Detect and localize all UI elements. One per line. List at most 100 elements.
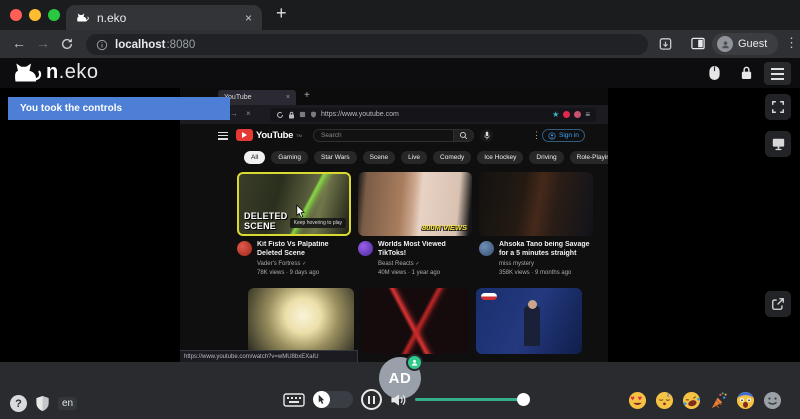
video-grid-row1: DELETED SCENE Keep hovering to play Kit …	[237, 172, 593, 278]
firefox-address-bar[interactable]: https://www.youtube.com ★ ≡	[270, 108, 596, 122]
brand-eko: .eko	[59, 61, 99, 83]
firefox-account-icon[interactable]	[574, 111, 581, 118]
browser-menu-icon[interactable]: ⋮	[785, 35, 798, 51]
chip-live[interactable]: Live	[401, 151, 427, 164]
firefox-stop-icon[interactable]: ×	[246, 109, 251, 118]
chip-comedy[interactable]: Comedy	[433, 151, 471, 164]
volume-icon[interactable]	[390, 392, 407, 408]
video-thumbnail-3[interactable]	[479, 172, 593, 236]
youtube-search-input[interactable]	[313, 129, 453, 142]
tab-title: n.eko	[97, 11, 237, 25]
close-tab-icon[interactable]: ×	[245, 11, 252, 25]
forward-icon[interactable]: →	[36, 35, 50, 51]
svg-text:z: z	[667, 393, 670, 399]
firefox-forward-icon[interactable]: →	[230, 109, 238, 118]
video-title[interactable]: Worlds Most Viewed TikToks!	[378, 241, 472, 259]
chip-ice-hockey[interactable]: Ice Hockey	[477, 151, 523, 164]
video-title[interactable]: Ahsoka Tano being Savage for a 5 minutes…	[499, 241, 593, 259]
chip-star-wars[interactable]: Star Wars	[314, 151, 357, 164]
browser-tab[interactable]: n.eko ×	[66, 5, 262, 30]
monitor-icon	[771, 137, 786, 151]
firefox-close-tab-icon[interactable]: ×	[286, 94, 290, 101]
pointer-icon	[317, 394, 326, 405]
search-icon	[459, 131, 468, 140]
firefox-reload-icon[interactable]	[276, 111, 284, 119]
control-lock-toggle[interactable]	[313, 391, 353, 408]
chip-role-playing-games[interactable]: Role-Playing Games	[570, 151, 608, 164]
sidebar-toggle-icon[interactable]	[690, 36, 706, 51]
install-app-icon[interactable]	[658, 36, 673, 51]
channel-name[interactable]: Beast Reacts ✓	[378, 261, 472, 269]
sign-in-person-icon	[548, 132, 556, 140]
neko-menu-button[interactable]	[764, 62, 791, 85]
video-thumbnail-1[interactable]: DELETED SCENE Keep hovering to play	[237, 172, 351, 236]
video-title[interactable]: Kit Fisto Vs Palpatine Deleted Scene	[257, 241, 351, 259]
pause-button[interactable]	[361, 389, 382, 410]
video-thumbnail-6[interactable]	[476, 288, 582, 354]
fullscreen-button[interactable]	[765, 94, 791, 120]
channel-avatar[interactable]	[237, 241, 252, 256]
back-icon[interactable]: ←	[12, 35, 26, 51]
chip-driving[interactable]: Driving	[529, 151, 563, 164]
fullscreen-icon	[771, 100, 785, 114]
party-popper-emoji[interactable]	[709, 391, 728, 410]
shield-icon[interactable]	[35, 395, 50, 412]
youtube-logo[interactable]: YouTube TM	[236, 129, 302, 141]
video-thumbnail-5[interactable]	[362, 288, 468, 354]
language-button[interactable]: en	[58, 397, 77, 410]
voice-search-button[interactable]	[480, 129, 493, 142]
chip-scene[interactable]: Scene	[363, 151, 395, 164]
video-thumbnail-4[interactable]	[248, 288, 354, 354]
sign-in-button[interactable]: Sign in	[542, 129, 585, 142]
close-window-button[interactable]	[10, 9, 22, 21]
neko-brand: n.eko	[46, 61, 99, 84]
video-card-3[interactable]: Ahsoka Tano being Savage for a 5 minutes…	[479, 172, 593, 278]
reload-icon[interactable]	[60, 37, 74, 51]
channel-avatar[interactable]	[358, 241, 373, 256]
neko-bottom-bar: AD ? en ♥♥ z	[0, 362, 800, 419]
mic-icon	[483, 131, 491, 140]
youtube-search-button[interactable]	[453, 129, 474, 142]
remote-screen[interactable]: YouTube × + → × https://www.youtube.com …	[180, 88, 608, 362]
firefox-navbar: → × https://www.youtube.com ★ ≡	[180, 105, 608, 124]
keyboard-icon[interactable]	[283, 392, 305, 408]
mouse-control-icon[interactable]	[708, 64, 721, 82]
youtube-page: YouTube TM ⋮ Sign in	[180, 124, 608, 362]
scream-emoji[interactable]	[736, 391, 755, 410]
video-thumbnail-2[interactable]: 800M VIEWS	[358, 172, 472, 236]
rofl-emoji[interactable]	[682, 391, 701, 410]
volume-slider-knob[interactable]	[517, 393, 530, 406]
channel-name[interactable]: Vader's Fortress ✓	[257, 261, 351, 269]
maximize-window-button[interactable]	[48, 9, 60, 21]
profile-avatar	[717, 36, 733, 52]
site-info-icon[interactable]	[96, 39, 108, 51]
svg-text:♥: ♥	[630, 395, 634, 403]
controls-notification: You took the controls	[8, 97, 230, 120]
profile-button[interactable]: Guest	[712, 33, 778, 55]
video-card-2[interactable]: 800M VIEWS Worlds Most Viewed TikToks! B…	[358, 172, 472, 278]
bookmark-star-icon[interactable]: ★	[552, 110, 559, 119]
channel-name[interactable]: miss mystery	[499, 261, 593, 269]
chip-gaming[interactable]: Gaming	[271, 151, 308, 164]
browser-tabstrip: n.eko × +	[0, 0, 800, 30]
firefox-new-tab-button[interactable]: +	[304, 90, 310, 101]
screen-settings-button[interactable]	[765, 131, 791, 157]
chip-all[interactable]: All	[244, 151, 265, 164]
firefox-menu-icon[interactable]: ≡	[585, 110, 590, 119]
emoji-picker-button[interactable]	[763, 391, 782, 410]
help-button[interactable]: ?	[10, 395, 27, 412]
sleeping-emoji[interactable]: z	[655, 391, 674, 410]
url-port: :8080	[166, 39, 195, 51]
person-icon	[410, 358, 419, 367]
heart-eyes-emoji[interactable]: ♥♥	[628, 391, 647, 410]
lock-icon[interactable]	[740, 64, 753, 81]
youtube-options-icon[interactable]: ⋮	[532, 130, 541, 141]
minimize-window-button[interactable]	[29, 9, 41, 21]
address-bar[interactable]: localhost :8080	[86, 34, 648, 55]
channel-avatar[interactable]	[479, 241, 494, 256]
open-external-button[interactable]	[765, 291, 791, 317]
youtube-menu-icon[interactable]	[218, 132, 228, 140]
video-card-1[interactable]: DELETED SCENE Keep hovering to play Kit …	[237, 172, 351, 278]
new-tab-button[interactable]: +	[276, 3, 287, 24]
volume-slider[interactable]	[415, 398, 523, 401]
